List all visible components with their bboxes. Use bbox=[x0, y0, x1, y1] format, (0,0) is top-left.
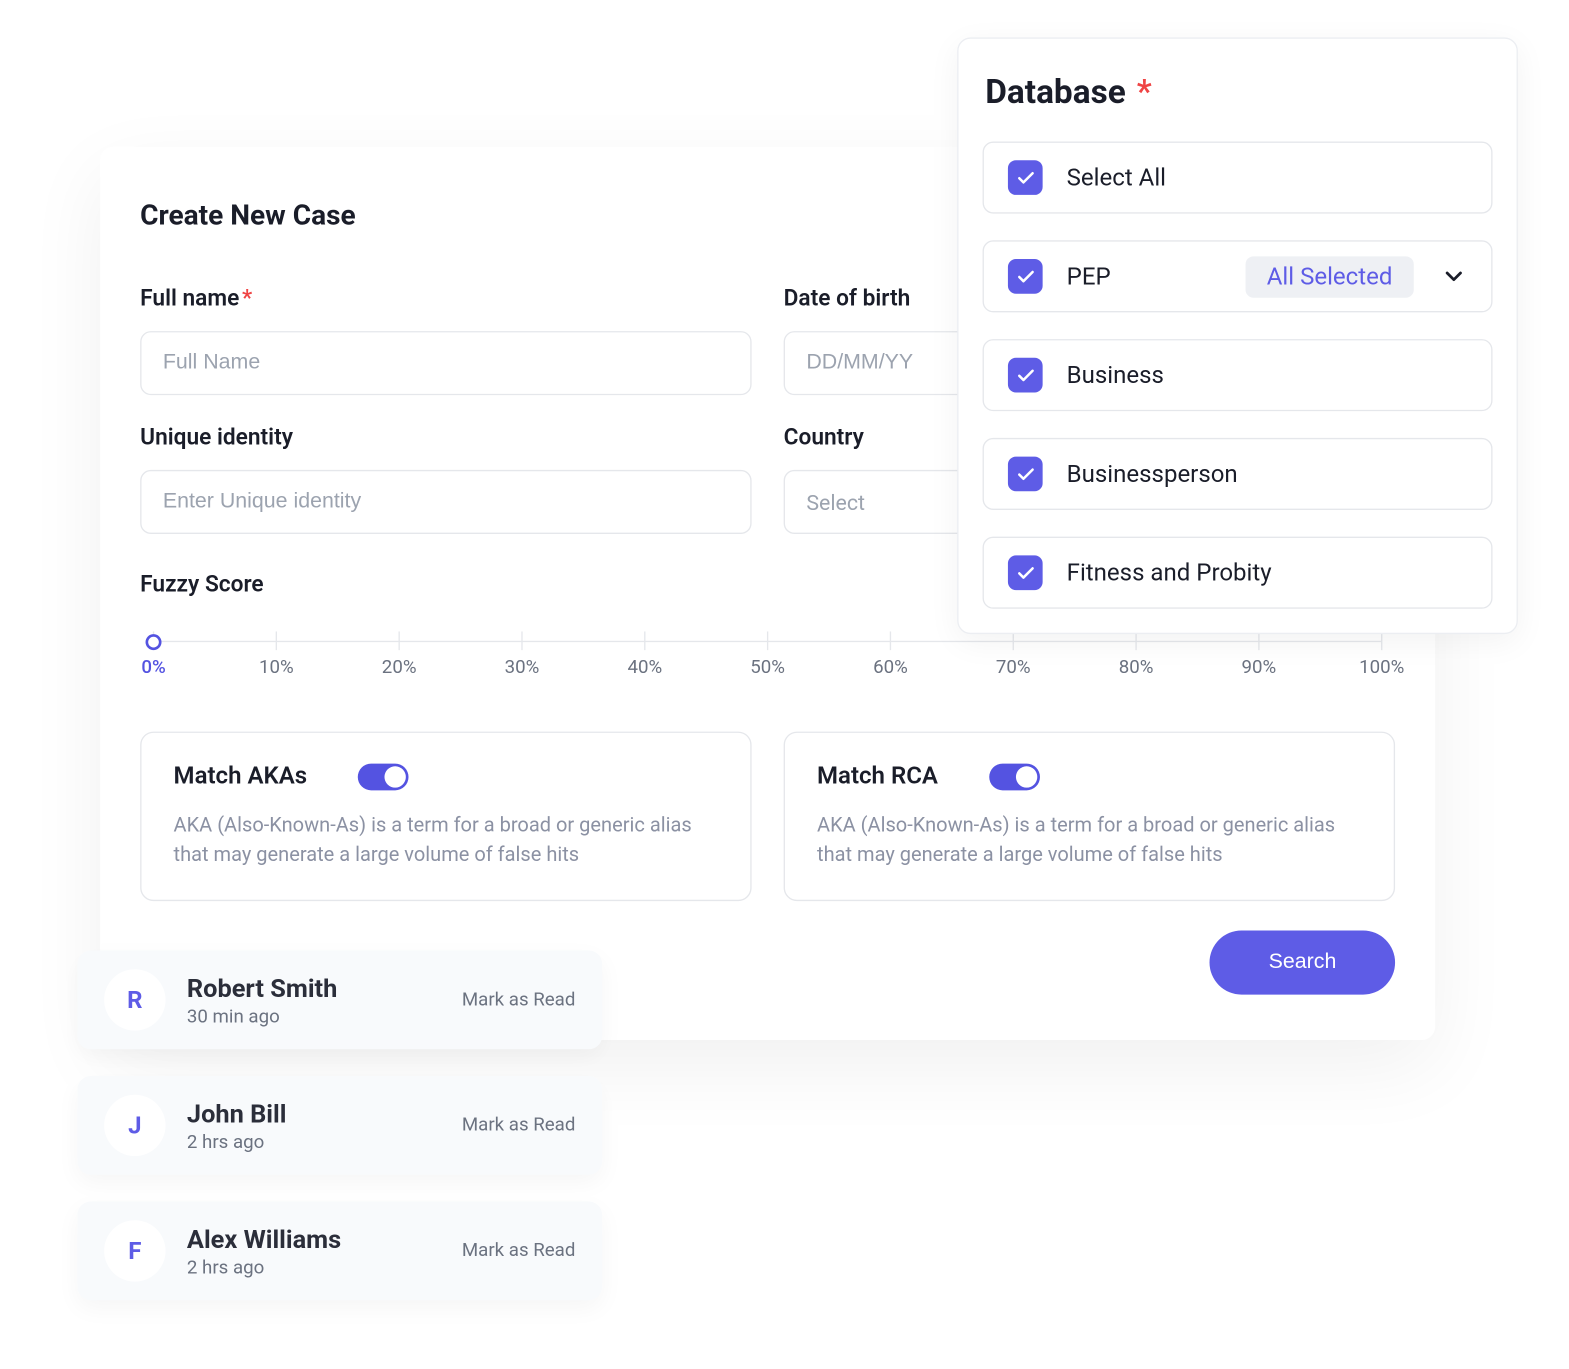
database-panel: Database * Select All PEP All Selected Bus… bbox=[957, 37, 1518, 634]
activity-time: 2 hrs ago bbox=[187, 1131, 462, 1152]
database-title: Database * bbox=[985, 73, 1492, 112]
full-name-label: Full name* bbox=[140, 286, 751, 313]
search-button[interactable]: Search bbox=[1210, 930, 1395, 994]
activity-name: Alex Williams bbox=[187, 1224, 462, 1255]
checkbox-icon[interactable] bbox=[1008, 457, 1043, 492]
slider-tick bbox=[276, 631, 277, 650]
slider-tick bbox=[398, 631, 399, 650]
slider-tick-label: 10% bbox=[259, 657, 294, 678]
slider-tick-label: 70% bbox=[996, 657, 1031, 678]
slider-handle[interactable] bbox=[146, 634, 162, 650]
avatar: J bbox=[104, 1095, 165, 1156]
aka-title: Match AKAs bbox=[174, 762, 308, 790]
slider-tick bbox=[767, 631, 768, 650]
mark-as-read-button[interactable]: Mark as Read bbox=[462, 1115, 576, 1136]
toggle-cards: Match AKAs AKA (Also-Known-As) is a term… bbox=[140, 732, 1395, 901]
slider-tick-label: 20% bbox=[382, 657, 417, 678]
slider-tick-label: 60% bbox=[873, 657, 908, 678]
avatar: F bbox=[104, 1220, 165, 1281]
db-item[interactable]: Fitness and Probity bbox=[983, 537, 1493, 609]
db-item-label: Businessperson bbox=[1067, 460, 1238, 488]
aka-desc: AKA (Also-Known-As) is a term for a broa… bbox=[174, 812, 719, 870]
rca-toggle[interactable] bbox=[989, 763, 1040, 790]
slider-tick-label: 90% bbox=[1242, 657, 1277, 678]
aka-card: Match AKAs AKA (Also-Known-As) is a term… bbox=[140, 732, 751, 901]
slider-tick-label: 40% bbox=[627, 657, 662, 678]
activity-meta: Robert Smith30 min ago bbox=[187, 973, 462, 1028]
slider-tick bbox=[1258, 631, 1259, 650]
activity-time: 2 hrs ago bbox=[187, 1257, 462, 1278]
rca-card: Match RCA AKA (Also-Known-As) is a term … bbox=[784, 732, 1395, 901]
field-full-name: Full name* bbox=[140, 286, 751, 395]
slider-tick-label: 80% bbox=[1119, 657, 1154, 678]
checkbox-icon[interactable] bbox=[1008, 259, 1043, 294]
slider-tick bbox=[1013, 631, 1014, 650]
full-name-input[interactable] bbox=[140, 331, 751, 395]
slider-tick bbox=[1381, 631, 1382, 650]
chevron-down-icon[interactable] bbox=[1440, 263, 1467, 290]
slider-tick bbox=[521, 631, 522, 650]
slider-tick-label: 100% bbox=[1359, 657, 1404, 678]
db-item[interactable]: Business bbox=[983, 339, 1493, 411]
db-item[interactable]: Businessperson bbox=[983, 438, 1493, 510]
activity-item: J John Bill2 hrs agoMark as Read bbox=[77, 1076, 602, 1175]
checkbox-icon[interactable] bbox=[1008, 358, 1043, 393]
activity-time: 30 min ago bbox=[187, 1006, 462, 1027]
activity-item: R Robert Smith30 min agoMark as Read bbox=[77, 951, 602, 1050]
field-uid: Unique identity bbox=[140, 425, 751, 534]
activity-name: John Bill bbox=[187, 1098, 462, 1129]
db-item[interactable]: PEP All Selected bbox=[983, 240, 1493, 312]
db-select-all[interactable]: Select All bbox=[983, 142, 1493, 214]
mark-as-read-button[interactable]: Mark as Read bbox=[462, 989, 576, 1010]
rca-desc: AKA (Also-Known-As) is a term for a broa… bbox=[817, 812, 1362, 870]
db-item-label: Business bbox=[1067, 361, 1164, 389]
uid-input[interactable] bbox=[140, 470, 751, 534]
activity-meta: John Bill2 hrs ago bbox=[187, 1098, 462, 1153]
slider-tick-label: 30% bbox=[505, 657, 540, 678]
avatar: R bbox=[104, 969, 165, 1030]
activity-meta: Alex Williams2 hrs ago bbox=[187, 1224, 462, 1279]
slider-tick bbox=[644, 631, 645, 650]
db-item-label: Select All bbox=[1067, 164, 1166, 192]
activity-name: Robert Smith bbox=[187, 973, 462, 1004]
activity-list: RRobert Smith30 min agoMark as ReadJJohn… bbox=[77, 951, 602, 1327]
aka-toggle[interactable] bbox=[358, 763, 409, 790]
slider-tick bbox=[890, 631, 891, 650]
db-item-label: PEP bbox=[1067, 262, 1111, 290]
slider-tick-label: 0% bbox=[141, 657, 165, 678]
checkbox-icon[interactable] bbox=[1008, 160, 1043, 195]
rca-title: Match RCA bbox=[817, 762, 938, 790]
country-placeholder: Select bbox=[806, 489, 865, 514]
mark-as-read-button[interactable]: Mark as Read bbox=[462, 1240, 576, 1261]
db-item-label: Fitness and Probity bbox=[1067, 559, 1272, 587]
checkbox-icon[interactable] bbox=[1008, 555, 1043, 590]
activity-item: F Alex Williams2 hrs agoMark as Read bbox=[77, 1202, 602, 1301]
slider-tick-label: 50% bbox=[750, 657, 785, 678]
uid-label: Unique identity bbox=[140, 425, 751, 452]
slider-tick bbox=[1135, 631, 1136, 650]
selection-badge: All Selected bbox=[1245, 256, 1413, 297]
